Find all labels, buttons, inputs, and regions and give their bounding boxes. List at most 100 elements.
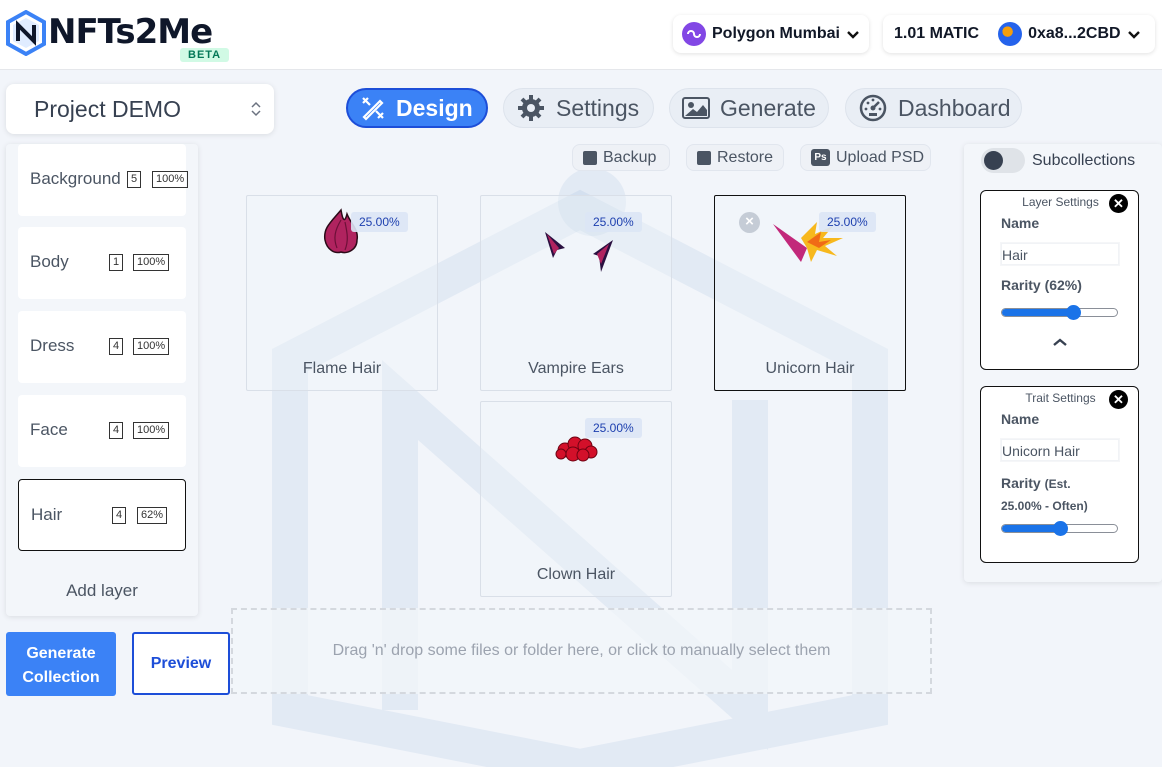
tab-generate[interactable]: Generate	[669, 88, 829, 128]
subcollections-toggle[interactable]	[981, 148, 1025, 173]
layer-pct-badge: 100%	[133, 422, 170, 439]
trait-rarity-badge: 25.00%	[351, 212, 408, 232]
layer-item-face[interactable]: Face 4 100%	[18, 395, 186, 467]
pencil-ruler-icon	[362, 97, 384, 121]
network-label: Polygon Mumbai	[712, 25, 840, 42]
layer-rarity-label: Rarity (62%)	[1001, 277, 1082, 293]
upload-psd-button[interactable]: Ps Upload PSD	[800, 144, 931, 171]
remove-trait-icon[interactable]: ×	[739, 212, 760, 233]
gauge-icon	[859, 94, 887, 122]
save-icon	[697, 150, 711, 165]
layer-count-badge: 4	[112, 507, 127, 524]
layer-count-badge: 5	[127, 171, 142, 188]
toggle-knob	[984, 151, 1003, 170]
trait-name: Flame Hair	[302, 360, 382, 377]
save-icon	[583, 150, 597, 165]
trait-rarity-badge: 25.00%	[585, 212, 642, 232]
layer-count-badge: 4	[109, 422, 124, 439]
wallet-balance: 1.01 MATIC	[894, 25, 980, 42]
layer-item-hair[interactable]: Hair 4 62%	[18, 479, 186, 551]
slider-fill	[1002, 309, 1073, 316]
close-icon[interactable]: ✕	[1109, 390, 1128, 409]
gear-icon	[518, 95, 544, 121]
layer-item-background[interactable]: Background 5 100%	[18, 144, 189, 216]
tab-dashboard-label: Dashboard	[898, 94, 1011, 121]
tab-settings[interactable]: Settings	[503, 88, 654, 128]
layer-name: Body	[30, 252, 69, 271]
wallet-button[interactable]: 1.01 MATIC 0xa8...2CBD	[883, 15, 1155, 53]
layer-name-input[interactable]: Hair	[1001, 243, 1119, 265]
layer-count-badge: 4	[109, 338, 124, 355]
tab-design-label: Design	[396, 94, 473, 121]
layer-item-body[interactable]: Body 1 100%	[18, 227, 186, 299]
layer-name-label: Name	[1001, 215, 1040, 231]
restore-label: Restore	[717, 148, 774, 166]
project-name: Project DEMO	[34, 96, 181, 122]
layer-name: Background	[30, 169, 121, 188]
file-dropzone[interactable]: Drag 'n' drop some files or folder here,…	[231, 608, 932, 694]
dropzone-text: Drag 'n' drop some files or folder here,…	[332, 642, 831, 659]
close-icon[interactable]: ✕	[1109, 194, 1128, 213]
tab-design[interactable]: Design	[346, 88, 488, 128]
trait-card-vampire-ears[interactable]: 25.00% Vampire Ears	[480, 195, 672, 391]
avatar	[998, 22, 1023, 46]
wallet-address: 0xa8...2CBD	[1028, 25, 1121, 42]
beta-badge: BETA	[180, 48, 230, 62]
vampire-ears-image	[545, 232, 613, 272]
preview-button[interactable]: Preview	[132, 632, 230, 695]
slider-thumb[interactable]	[1053, 521, 1068, 536]
add-layer-button[interactable]: Add layer	[6, 581, 198, 601]
chevron-down-icon	[847, 31, 859, 39]
trait-rarity-estimate-1: (Est.	[1044, 477, 1071, 491]
layer-pct-badge: 100%	[133, 254, 170, 271]
chevron-up-icon[interactable]	[1052, 337, 1068, 347]
tab-dashboard[interactable]: Dashboard	[845, 88, 1022, 128]
trait-rarity-slider[interactable]	[1001, 521, 1118, 536]
trait-name-label: Name	[1001, 411, 1040, 427]
logo-hexagon-icon	[6, 10, 46, 56]
select-arrows-icon	[251, 101, 261, 117]
trait-name-input[interactable]: Unicorn Hair	[1001, 439, 1119, 461]
trait-rarity-estimate-2: 25.00% - Often)	[1001, 499, 1088, 513]
photoshop-icon: Ps	[811, 149, 830, 166]
trait-rarity-title: Rarity	[1001, 475, 1041, 491]
trait-name: Clown Hair	[536, 566, 616, 583]
restore-button[interactable]: Restore	[686, 144, 784, 171]
layer-pct-badge: 100%	[152, 171, 189, 188]
tab-settings-label: Settings	[556, 94, 640, 121]
layer-name: Hair	[31, 505, 63, 524]
backup-button[interactable]: Backup	[572, 144, 670, 171]
chevron-down-icon	[1127, 31, 1140, 39]
trait-card-unicorn-hair[interactable]: × 25.00% Unicorn Hair	[714, 195, 906, 391]
layer-rarity-slider[interactable]	[1001, 305, 1118, 320]
layer-pct-badge: 62%	[137, 507, 168, 524]
project-select[interactable]: Project DEMO	[6, 84, 274, 134]
trait-card-flame-hair[interactable]: 25.00% Flame Hair	[246, 195, 438, 391]
trait-card-clown-hair[interactable]: 25.00% Clown Hair	[480, 401, 672, 597]
layer-name: Face	[30, 420, 68, 439]
upload-psd-label: Upload PSD	[836, 148, 925, 166]
image-icon	[682, 97, 710, 119]
trait-settings-box: Trait Settings ✕ Name Unicorn Hair Rarit…	[980, 386, 1139, 563]
trait-name: Unicorn Hair	[765, 360, 855, 377]
settings-panel: Subcollections Layer Settings ✕ Name Hai…	[964, 144, 1162, 582]
backup-label: Backup	[603, 148, 657, 166]
layer-name: Dress	[30, 336, 75, 355]
layer-count-badge: 1	[109, 254, 124, 271]
trait-rarity-badge: 25.00%	[819, 212, 876, 232]
trait-rarity-badge: 25.00%	[585, 418, 642, 438]
network-selector-button[interactable]: Polygon Mumbai	[673, 15, 869, 53]
slider-fill	[1002, 525, 1060, 532]
polygon-icon	[682, 22, 706, 46]
subcollections-label: Subcollections	[1032, 152, 1136, 169]
generate-collection-button[interactable]: Generate Collection	[6, 632, 116, 696]
layer-settings-box: Layer Settings ✕ Name Hair Rarity (62%)	[980, 190, 1139, 370]
trait-rarity-label: Rarity (Est. 25.00% - Often)	[1001, 473, 1088, 517]
tab-generate-label: Generate	[720, 94, 816, 121]
nfts2me-logo[interactable]: NFTs2Me BETA	[6, 8, 230, 64]
layer-pct-badge: 100%	[133, 338, 170, 355]
slider-thumb[interactable]	[1066, 305, 1081, 320]
trait-name: Vampire Ears	[528, 360, 624, 377]
layer-item-dress[interactable]: Dress 4 100%	[18, 311, 186, 383]
top-header: NFTs2Me BETA Polygon Mumbai 1.01 MATIC 0…	[0, 0, 1162, 70]
